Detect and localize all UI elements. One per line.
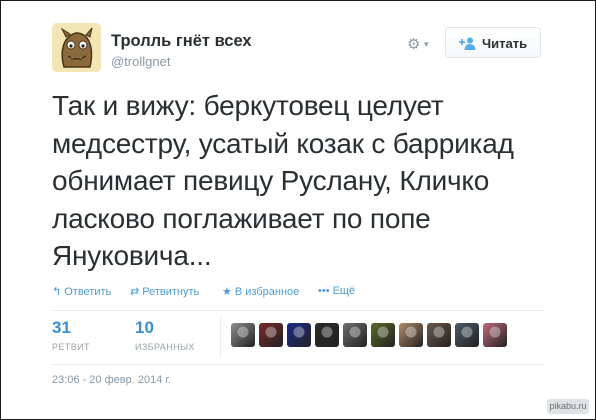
retweet-action[interactable]: ⇄ Ретвитнуть xyxy=(130,285,199,298)
favoriter-avatar[interactable] xyxy=(371,323,395,347)
retweet-count[interactable]: 31 xyxy=(52,318,71,338)
account-handle[interactable]: @trollgnet xyxy=(111,54,170,69)
more-action[interactable]: ••• Ещё xyxy=(318,285,355,297)
favoriter-avatar[interactable] xyxy=(399,323,423,347)
retweet-icon: ⇄ xyxy=(130,286,140,298)
favoriter-avatar[interactable] xyxy=(427,323,451,347)
gear-icon: ⚙ xyxy=(407,36,421,53)
favoriter-avatar[interactable] xyxy=(455,323,479,347)
favorite-label: ИЗБРАННЫХ xyxy=(135,342,195,352)
favoriter-avatar[interactable] xyxy=(315,323,339,347)
settings-menu[interactable]: ⚙ ▾ xyxy=(407,35,437,55)
chevron-down-icon: ▾ xyxy=(424,39,429,49)
divider xyxy=(52,310,544,311)
reply-icon: ↰ xyxy=(52,286,62,298)
favoriter-avatar[interactable] xyxy=(259,323,283,347)
tweet-timestamp[interactable]: 23:06 - 20 февр. 2014 г. xyxy=(52,374,171,386)
reply-action[interactable]: ↰ Ответить xyxy=(52,285,111,298)
account-name[interactable]: Тролль гнёт всех xyxy=(111,32,252,51)
divider xyxy=(52,364,544,365)
watermark: pikabu.ru xyxy=(547,399,589,414)
favorite-action[interactable]: ★ В избранное xyxy=(222,285,299,298)
retweet-label: РЕТВИТ xyxy=(52,342,90,352)
tweet-text: Так и вижу: беркутовец целует медсестру,… xyxy=(52,90,514,271)
more-icon: ••• xyxy=(318,285,330,297)
favorite-count[interactable]: 10 xyxy=(135,318,154,338)
favoriter-avatar[interactable] xyxy=(483,323,507,347)
favoriter-avatar[interactable] xyxy=(231,323,255,347)
favoriter-avatar[interactable] xyxy=(287,323,311,347)
follow-button[interactable]: Читать xyxy=(445,27,541,58)
favoriter-avatar[interactable] xyxy=(343,323,367,347)
stats-separator xyxy=(220,316,221,358)
star-icon: ★ xyxy=(222,286,232,298)
follow-label: Читать xyxy=(482,36,528,51)
troll-avatar[interactable] xyxy=(52,23,101,72)
add-person-icon xyxy=(459,37,476,50)
